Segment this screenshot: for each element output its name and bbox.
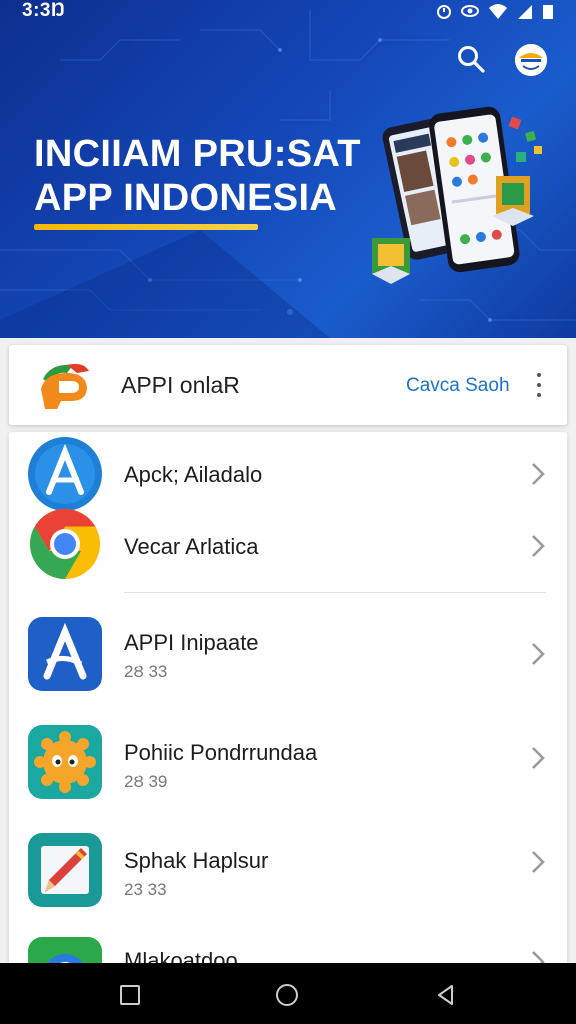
app-version: 2Ȣ 33 (124, 662, 168, 681)
recents-square-icon[interactable] (118, 983, 142, 1007)
app-name: Sphak Haplsur (124, 848, 269, 873)
chrome-icon (30, 509, 100, 579)
app-name: Apck; Ailadalo (124, 462, 263, 487)
signal-icon (518, 5, 532, 19)
app-header-title: APPI onlaR (121, 372, 240, 398)
app-header-card: APPI onlaR Cavca Saoh (9, 345, 567, 425)
app-name: APPI Inipaate (124, 630, 259, 655)
letter-a-icon (28, 617, 102, 691)
gear-face-icon (28, 725, 102, 799)
chevron-right-icon (532, 535, 545, 557)
app-store-circle-icon (28, 437, 102, 511)
eye-icon (461, 5, 479, 17)
hero-title-underline (34, 224, 258, 230)
list-item[interactable]: Pohiic Pondrrundaa 2Ȣ 39 (9, 722, 567, 822)
header-action-link[interactable]: Cavca Saoh (406, 375, 510, 397)
battery-icon (543, 5, 553, 19)
chevron-right-icon (532, 747, 545, 769)
avatar-face-icon (515, 44, 547, 76)
search-icon[interactable] (456, 44, 486, 74)
chevron-right-icon (532, 851, 545, 873)
chevron-right-icon (532, 643, 545, 665)
list-item[interactable]: Sphak Haplsur 23 33 (9, 830, 567, 930)
status-time: 3:3Ŋ (22, 0, 66, 21)
chevron-right-icon (532, 463, 545, 485)
app-list: Apck; Ailadalo Vecar Arlatica APPI Inipa… (9, 432, 567, 972)
status-bar: 3:3Ŋ (0, 0, 576, 22)
hero-title: INCIIAM PRU:SAT APP INDONESIA (34, 133, 361, 219)
more-options-icon[interactable] (535, 373, 543, 397)
app-name: Vecar Arlatica (124, 534, 259, 559)
list-item[interactable]: Apck; Ailadalo (9, 432, 567, 512)
app-logo-icon (41, 363, 89, 409)
phones-illustration (372, 106, 542, 284)
list-divider (124, 592, 546, 593)
pencil-icon (28, 833, 102, 907)
list-item[interactable]: Vecar Arlatica (9, 506, 567, 586)
app-version: 23 33 (124, 880, 167, 899)
home-circle-icon[interactable] (275, 983, 299, 1007)
wifi-icon (489, 4, 507, 19)
app-name: Pohiic Pondrrundaa (124, 740, 318, 765)
navigation-bar (0, 963, 576, 1024)
status-icons (436, 2, 554, 20)
alarm-icon (437, 5, 451, 19)
back-triangle-icon[interactable] (434, 983, 458, 1007)
app-version: 2Ȣ 39 (124, 772, 168, 791)
list-item[interactable]: APPI Inipaate 2Ȣ 33 (9, 612, 567, 712)
profile-avatar[interactable] (515, 44, 547, 76)
hero-banner: INCIIAM PRU:SAT APP INDONESIA (0, 0, 576, 338)
